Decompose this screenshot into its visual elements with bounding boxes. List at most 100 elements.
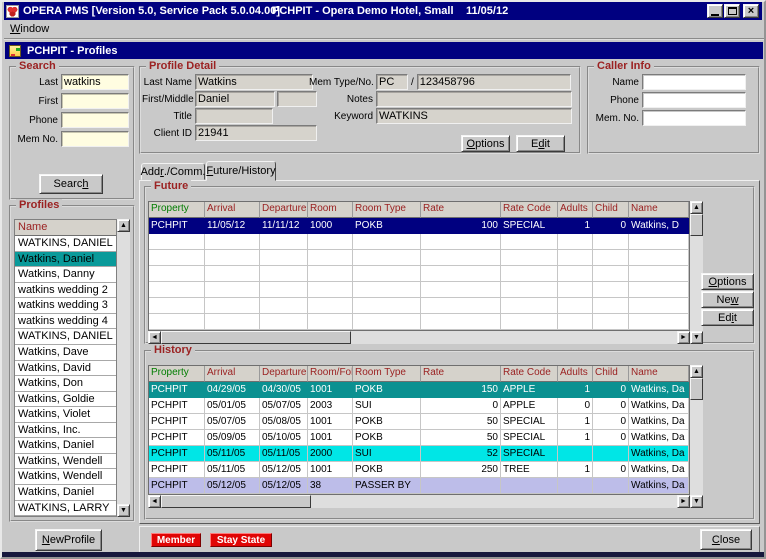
profile-list-item[interactable]: Watkins, Daniel <box>15 252 116 268</box>
menu-window[interactable]: Window <box>4 21 55 37</box>
table-cell: 1001 <box>308 382 353 398</box>
column-header: Adults <box>558 202 593 218</box>
profile-list-item[interactable]: watkins wedding 4 <box>15 314 116 330</box>
scroll-left-icon[interactable]: ◄ <box>148 495 161 508</box>
scrollbar-track[interactable] <box>161 331 677 344</box>
detail-last-name-label: Last Name <box>142 77 192 88</box>
detail-first-name-field[interactable] <box>195 91 275 107</box>
table-row[interactable]: PCHPIT05/11/0505/11/052000SUI52SPECIALWa… <box>149 446 689 462</box>
table-cell: SPECIAL <box>501 218 558 234</box>
new-button[interactable]: New <box>701 291 754 308</box>
minimize-button[interactable] <box>707 4 723 18</box>
table-empty-row <box>149 314 689 330</box>
maximize-button[interactable] <box>724 4 740 18</box>
close-button[interactable]: Close <box>700 529 752 550</box>
profile-list-item[interactable]: Watkins, Wendell <box>15 469 116 485</box>
table-cell: PCHPIT <box>149 462 205 478</box>
profile-list-item[interactable]: WATKINS, DANIEL <box>15 236 116 252</box>
new-profile-button[interactable]: New Profile <box>35 529 102 551</box>
edit-button[interactable]: Edit <box>701 309 754 326</box>
stay-state-legend-button[interactable]: Stay State <box>210 533 272 547</box>
table-cell: SPECIAL <box>501 414 558 430</box>
profile-list-item[interactable]: watkins wedding 3 <box>15 298 116 314</box>
detail-client-id-field[interactable] <box>195 125 317 141</box>
table-row[interactable]: PCHPIT04/29/0504/30/051001POKB150APPLE10… <box>149 382 689 398</box>
table-cell: 0 <box>593 382 629 398</box>
notes-field[interactable] <box>376 91 572 107</box>
table-cell <box>593 282 629 298</box>
profile-list-item[interactable]: Watkins, Don <box>15 376 116 392</box>
table-cell <box>501 282 558 298</box>
profile-list-item[interactable]: Watkins, Daniel <box>15 438 116 454</box>
table-row[interactable]: PCHPIT05/09/0505/10/051001POKB50SPECIAL1… <box>149 430 689 446</box>
table-cell: PCHPIT <box>149 382 205 398</box>
close-window-button[interactable]: × <box>743 4 759 18</box>
caller-mem-no-input[interactable] <box>642 110 746 126</box>
table-row[interactable]: PCHPIT05/07/0505/08/051001POKB50SPECIAL1… <box>149 414 689 430</box>
scroll-down-icon[interactable]: ▼ <box>117 504 130 517</box>
profile-list-item[interactable]: Watkins, Wendell <box>15 454 116 470</box>
profile-list-item[interactable]: Watkins, Goldie <box>15 392 116 408</box>
column-header: Rate Code <box>501 202 558 218</box>
detail-last-name-field[interactable] <box>195 74 313 90</box>
scroll-left-icon[interactable]: ◄ <box>148 331 161 344</box>
search-group: Search Last First Phone Mem No. Search <box>9 66 135 200</box>
table-row[interactable]: PCHPIT05/01/0505/07/052003SUI0APPLE00Wat… <box>149 398 689 414</box>
table-cell: 1 <box>558 382 593 398</box>
scroll-right-icon[interactable]: ► <box>677 495 690 508</box>
profile-list-item[interactable]: Watkins, Daniel <box>15 485 116 501</box>
scroll-down-icon[interactable]: ▼ <box>690 331 703 344</box>
table-cell: PCHPIT <box>149 398 205 414</box>
detail-edit-button[interactable]: Edit <box>516 135 565 152</box>
caller-name-input[interactable] <box>642 74 746 90</box>
scroll-right-icon[interactable]: ► <box>677 331 690 344</box>
tab-addr-comm[interactable]: Addr./Comm. <box>141 163 205 180</box>
caller-phone-input[interactable] <box>642 92 746 108</box>
profile-detail-group: Profile Detail Last Name First/Middle Ti… <box>139 66 581 154</box>
table-row[interactable]: PCHPIT11/05/1211/11/121000POKB100SPECIAL… <box>149 218 689 234</box>
detail-first-middle-label: First/Middle <box>142 94 192 105</box>
table-cell <box>629 234 689 250</box>
scroll-up-icon[interactable]: ▲ <box>690 201 703 214</box>
detail-options-button[interactable]: Options <box>461 135 510 152</box>
history-group: History PropertyArrivalDepartureRoom/Fol… <box>144 350 755 520</box>
profile-list-item[interactable]: Watkins, Danny <box>15 267 116 283</box>
search-mem-no-input[interactable] <box>61 131 129 147</box>
scroll-up-icon[interactable]: ▲ <box>690 365 703 378</box>
table-row[interactable]: PCHPIT05/12/0505/12/0538PASSER BYWatkins… <box>149 478 689 494</box>
profile-list-item[interactable]: Watkins, David <box>15 361 116 377</box>
profile-list-item[interactable]: Watkins, Inc. <box>15 423 116 439</box>
profiles-group-label: Profiles <box>16 199 62 211</box>
profile-list-item[interactable]: WATKINS, DANIEL <box>15 329 116 345</box>
table-cell: 1001 <box>308 414 353 430</box>
profile-list-item[interactable]: WATKINS, LARRY <box>15 501 116 517</box>
search-last-input[interactable] <box>61 74 129 90</box>
keyword-field[interactable] <box>376 108 572 124</box>
scroll-down-icon[interactable]: ▼ <box>690 495 703 508</box>
scrollbar-thumb[interactable] <box>161 495 311 508</box>
scrollbar-track[interactable] <box>690 378 703 495</box>
search-button[interactable]: Search <box>39 174 103 194</box>
table-cell: PASSER BY <box>353 478 421 494</box>
scrollbar-track[interactable] <box>117 232 130 504</box>
search-phone-input[interactable] <box>61 112 129 128</box>
member-legend-button[interactable]: Member <box>151 533 201 547</box>
scrollbar-thumb[interactable] <box>690 214 703 236</box>
scrollbar-thumb[interactable] <box>690 378 703 400</box>
profile-list-item[interactable]: watkins wedding 2 <box>15 283 116 299</box>
scrollbar-track[interactable] <box>161 495 677 508</box>
table-row[interactable]: PCHPIT05/11/0505/12/051001POKB250TREE10W… <box>149 462 689 478</box>
table-cell <box>558 234 593 250</box>
search-first-input[interactable] <box>61 93 129 109</box>
profile-list-item[interactable]: Watkins, Violet <box>15 407 116 423</box>
table-cell: PCHPIT <box>149 430 205 446</box>
scrollbar-thumb[interactable] <box>161 331 351 344</box>
tab-future-history[interactable]: Future/History <box>206 161 276 181</box>
mem-no-field[interactable] <box>417 74 571 90</box>
table-cell <box>260 298 308 314</box>
options-button[interactable]: Options <box>701 273 754 290</box>
scroll-up-icon[interactable]: ▲ <box>117 219 130 232</box>
detail-title-field[interactable] <box>195 108 273 124</box>
mem-type-field[interactable] <box>376 74 408 90</box>
profile-list-item[interactable]: Watkins, Dave <box>15 345 116 361</box>
